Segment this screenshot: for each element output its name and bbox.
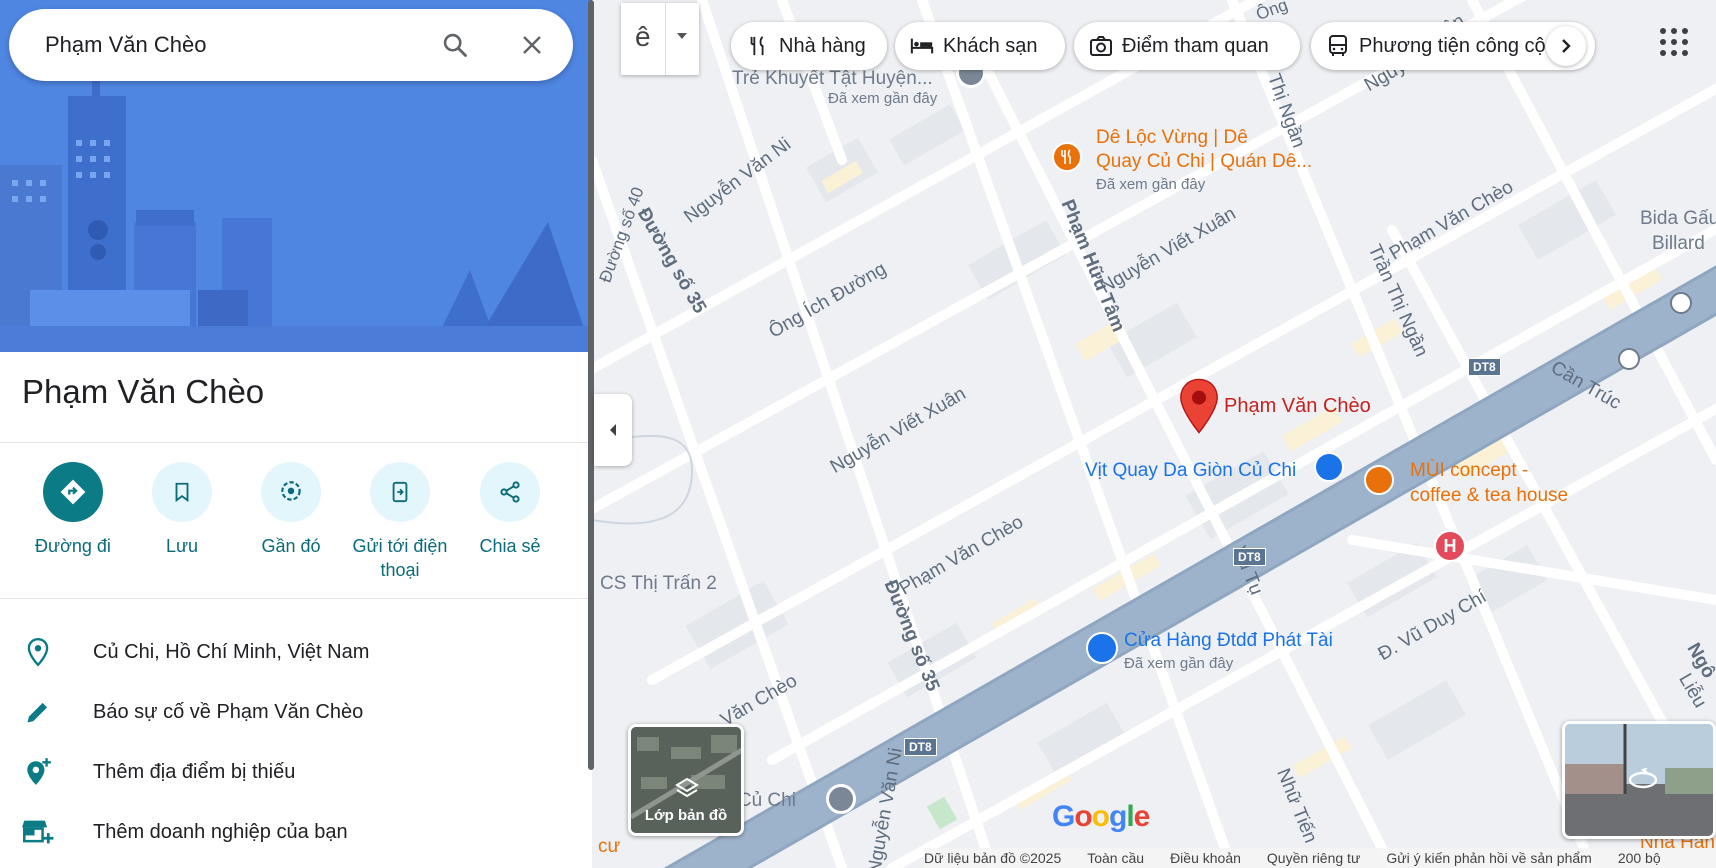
add-business-icon [22,816,54,848]
street-view-button[interactable] [1562,721,1716,839]
shopping-pin-icon[interactable] [1314,452,1344,482]
send-to-phone-label: Gửi tới điện thoại [352,536,448,580]
footer-privacy[interactable]: Quyền riêng tư [1267,850,1360,866]
map-footer: Dữ liệu bản đồ ©2025 Toàn cầu Điều khoản… [924,848,1716,868]
nearby-button[interactable]: Gần đó [231,462,351,558]
restaurant-icon [745,33,771,59]
footer-global[interactable]: Toàn cầu [1087,850,1144,866]
poi-cua-hang[interactable]: Cửa Hàng Đtdđ Phát Tài [1124,630,1333,652]
chip-hotels[interactable]: Khách sạn [895,22,1065,70]
poi-mui-concept-line2: coffee & tea house [1410,485,1569,506]
close-icon[interactable] [514,27,550,63]
footer-map-data: Dữ liệu bản đồ ©2025 [924,850,1062,866]
location-pin-icon [22,636,54,668]
send-to-phone-icon [370,462,430,522]
camera-icon [1088,33,1114,59]
route-badge: DT8 [1233,548,1266,566]
bookmark-icon [152,462,212,522]
poi-de-loc-vung[interactable]: Dê Lộc Vừng | Dê [1096,127,1248,149]
share-label: Chia sẻ [479,536,541,556]
save-label: Lưu [165,536,199,556]
chip-label: Khách sạn [943,34,1038,57]
hotel-icon [909,33,935,59]
share-icon [480,462,540,522]
chevron-left-icon [610,424,616,436]
footer-terms[interactable]: Điều khoản [1170,850,1241,866]
place-marker-icon[interactable] [1178,378,1220,439]
nearby-label: Gần đó [261,536,321,556]
landmark-pin-icon[interactable] [826,784,856,814]
apps-grid-icon[interactable] [1656,24,1692,60]
footer-scale[interactable]: 200 bộ [1618,850,1661,866]
shopping-pin-icon[interactable] [1086,632,1118,664]
divider [0,598,588,599]
map-canvas[interactable]: Nguyễn Văn Ni Đường số 35 Đường số 40 Ôn… [592,0,1716,868]
poi-bida-line2: Billard [1652,233,1705,254]
bus-stop-icon[interactable] [1670,292,1692,314]
poi-bida[interactable]: Bida Gấu [1640,208,1716,230]
footer-feedback[interactable]: Gửi ý kiến phản hồi về sản phẩm [1386,850,1592,866]
save-button[interactable]: Lưu [122,462,242,558]
add-business-row[interactable]: Thêm doanh nghiệp của bạn [0,802,588,862]
layers-button[interactable]: Lớp bản đồ [628,724,744,836]
poi-sub: Đã xem gần đây [1096,176,1206,193]
address-text: Củ Chi, Hồ Chí Minh, Việt Nam [93,640,370,663]
directions-label: Đường đi [35,536,111,556]
chip-label: Nhà hàng [779,34,866,57]
place-panel: Phạm Văn Chèo Đường đi Lưu Gần đó Gửi [0,0,592,868]
divider [665,3,666,75]
chips-next-button[interactable] [1546,26,1586,66]
share-button[interactable]: Chia sẻ [450,462,570,558]
address-row[interactable]: Củ Chi, Hồ Chí Minh, Việt Nam [0,622,588,682]
route-badge: DT8 [904,738,937,756]
chip-attractions[interactable]: Điểm tham quan [1074,22,1300,70]
report-issue-row[interactable]: Báo sự cố về Phạm Văn Chèo [0,682,588,742]
add-missing-place-row[interactable]: Thêm địa điểm bị thiếu [0,742,588,802]
poi-de-loc-vung-line2: Quay Củ Chi | Quán Dê... [1096,151,1313,172]
rotate-360-icon [1627,767,1659,797]
directions-icon [43,462,103,522]
directions-button[interactable]: Đường đi [13,462,133,558]
add-location-icon [22,756,54,788]
chip-label: Điểm tham quan [1122,34,1269,57]
cafe-pin-icon[interactable] [1364,465,1394,495]
send-to-phone-button[interactable]: Gửi tới điện thoại [340,462,460,582]
chip-label: Phương tiện công cộng [1359,34,1568,57]
hospital-pin-icon[interactable]: H [1434,530,1466,562]
search-input[interactable] [45,32,425,58]
chip-restaurants[interactable]: Nhà hàng [731,22,887,70]
nearby-icon [261,462,321,522]
place-marker-label: Phạm Văn Chèo [1224,395,1371,417]
search-icon[interactable] [437,27,473,63]
language-toggle[interactable]: ê [621,3,699,75]
google-logo: Google [1052,800,1150,833]
input-tools-icon: ê [635,21,651,52]
add-business-text: Thêm doanh nghiệp của bạn [93,820,348,843]
poi-tre-khuyet-tat[interactable]: Trẻ Khuyết Tật Huyện... [732,68,933,90]
report-issue-text: Báo sự cố về Phạm Văn Chèo [93,700,364,723]
poi-sub: Đã xem gần đây [1124,655,1234,672]
layers-icon [675,777,699,804]
restaurant-pin-icon[interactable] [1052,142,1082,172]
chevron-right-icon [1562,39,1571,53]
layers-label: Lớp bản đồ [644,807,728,824]
divider [0,442,588,443]
place-title: Phạm Văn Chèo [22,373,265,410]
chevron-down-icon[interactable] [677,33,687,39]
bus-stop-icon[interactable] [1618,348,1640,370]
poi-sub: Đã xem gần đây [828,90,938,107]
bus-icon [1325,33,1351,59]
collapse-panel-button[interactable] [594,394,632,466]
add-missing-place-text: Thêm địa điểm bị thiếu [93,760,296,783]
search-box [9,9,573,81]
pencil-icon [22,696,54,728]
maps-app: Phạm Văn Chèo Đường đi Lưu Gần đó Gửi [0,0,1716,868]
route-badge: DT8 [1468,358,1501,376]
poi-cs-thi-tran[interactable]: CS Thị Trấn 2 [600,573,717,595]
panel-scrollbar[interactable] [588,0,594,770]
poi-edge: cư [598,836,621,857]
poi-mui-concept[interactable]: MÙI concept - [1410,460,1528,482]
poi-vit-quay[interactable]: Vịt Quay Da Giòn Củ Chi [1085,460,1296,482]
